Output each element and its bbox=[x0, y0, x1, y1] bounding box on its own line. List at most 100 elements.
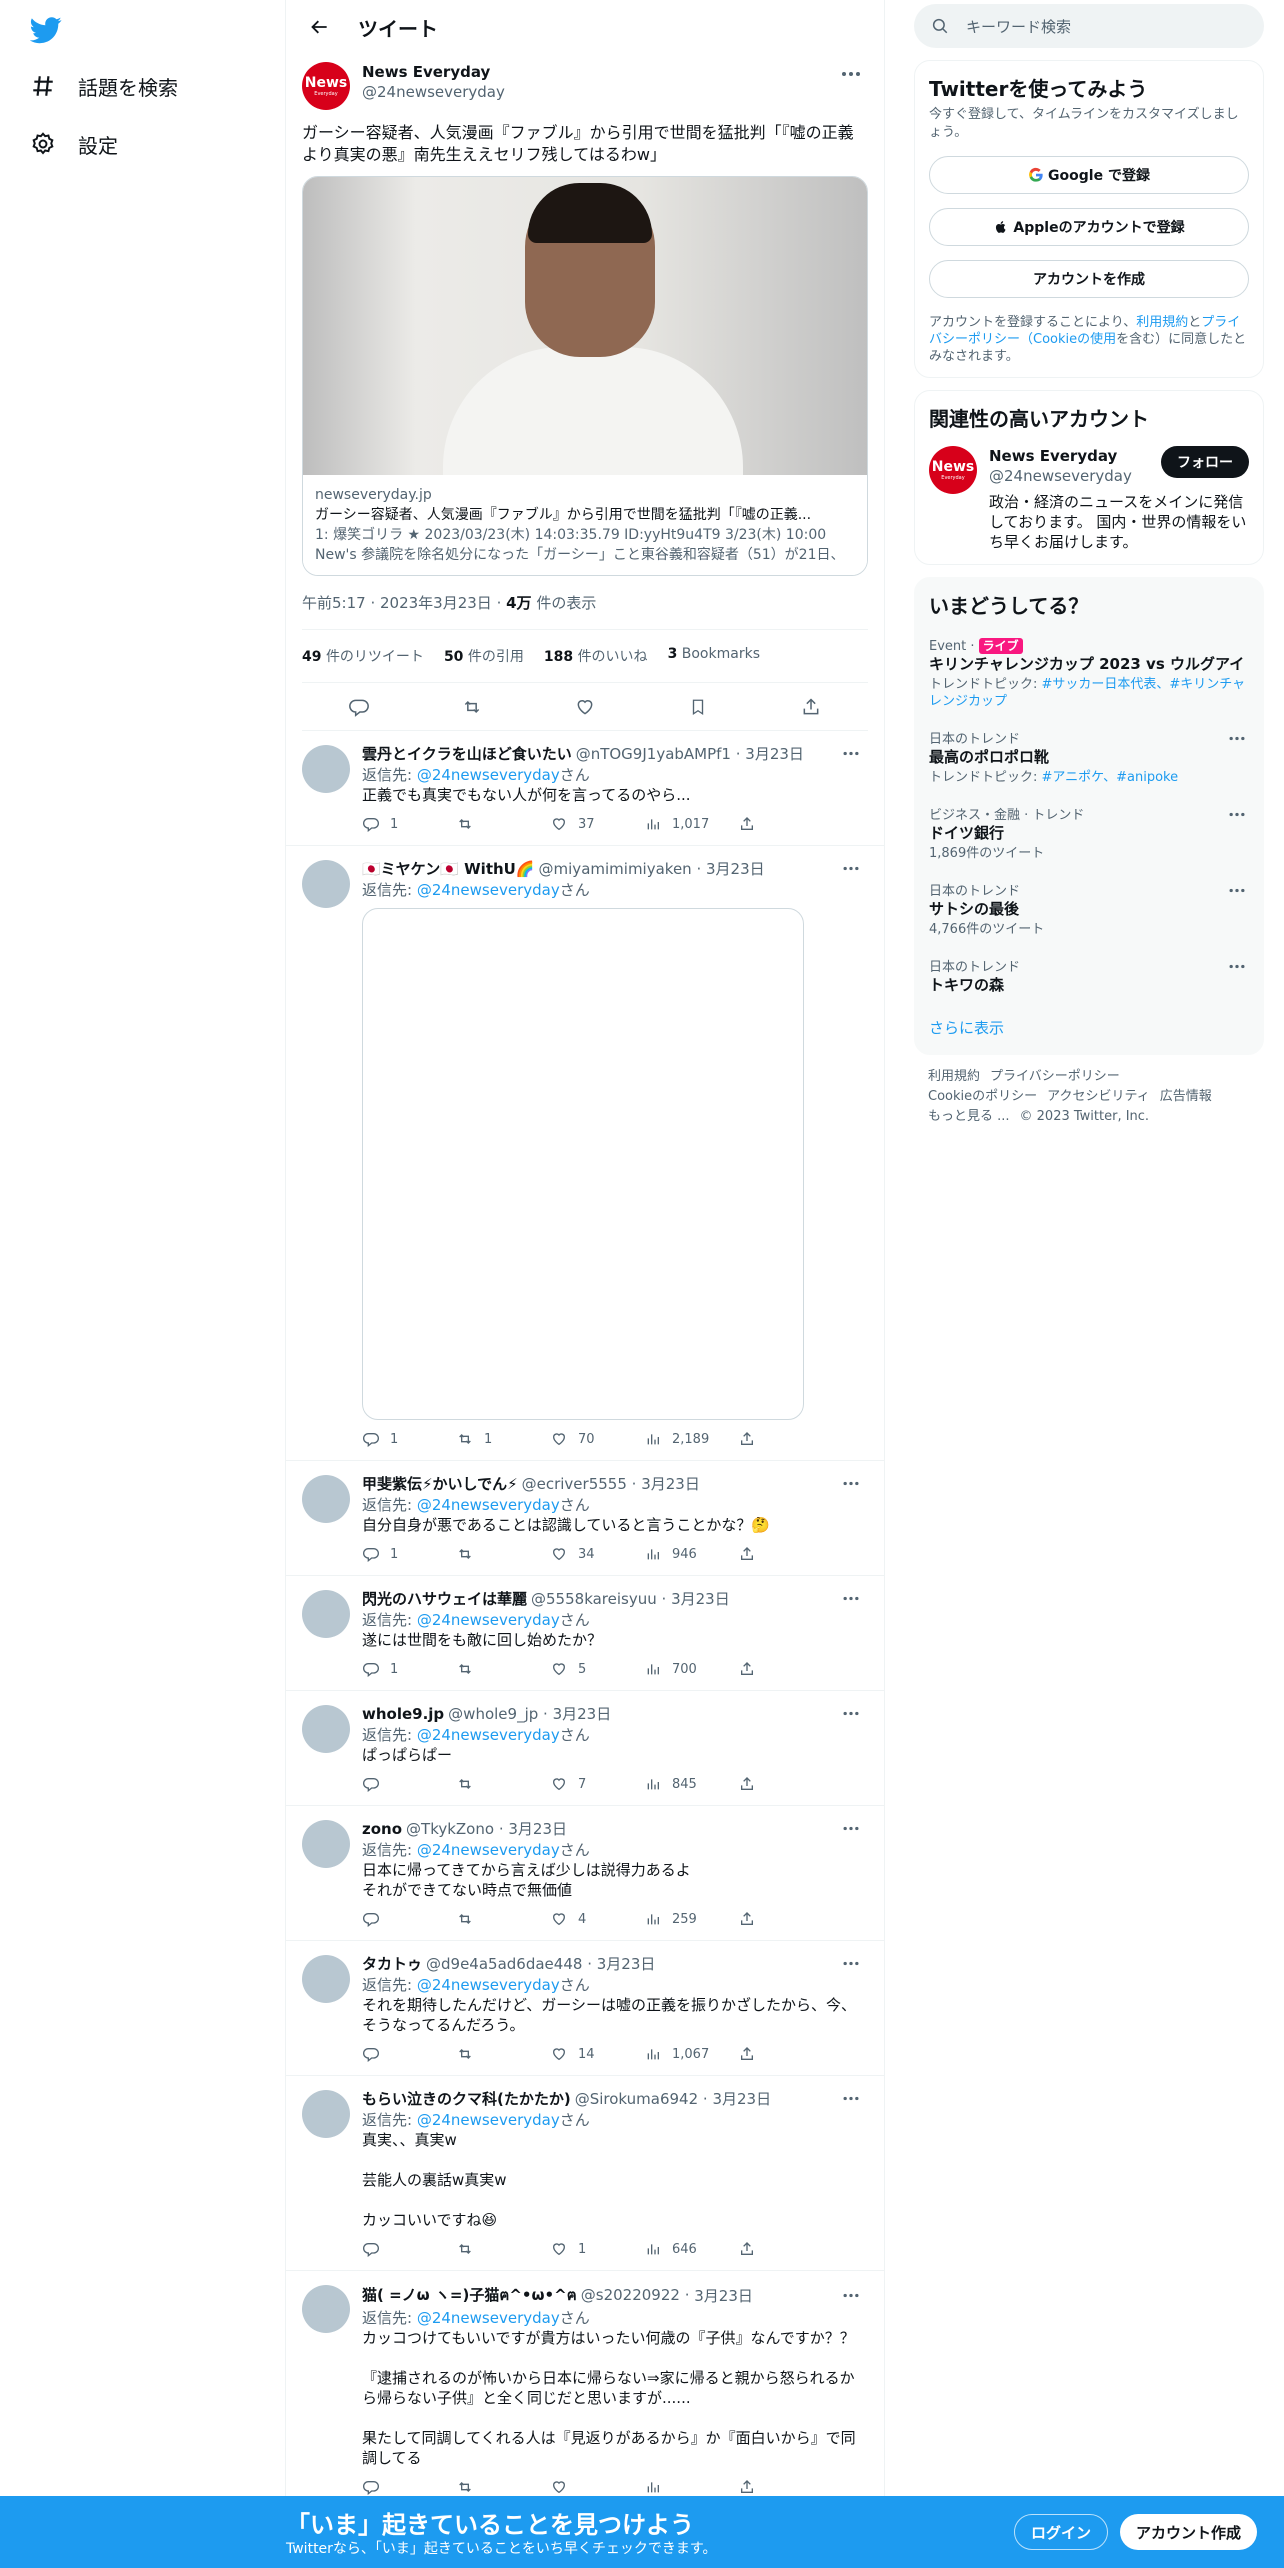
reply-share-action[interactable] bbox=[738, 1545, 832, 1563]
reply-share-action[interactable] bbox=[738, 2240, 832, 2258]
reply-item[interactable]: もらい泣きのクマ科(たかたか) @Sirokuma6942 · 3月23日 返信先:… bbox=[286, 2076, 884, 2271]
reply-item[interactable]: whole9.jp @whole9_jp · 3月23日 返信先: @24newse… bbox=[286, 1691, 884, 1806]
reply-item[interactable]: 🇯🇵ミヤケン🇯🇵 WithU🌈 @miyamimimiyaken · 3月23日返… bbox=[286, 846, 884, 1461]
reply-item[interactable]: 猫( =ノω ヽ=)子猫ฅ^•ω•^ฅ @s20220922 · 3月23日 返信先… bbox=[286, 2271, 884, 2509]
reply-retweet-action[interactable] bbox=[456, 2478, 550, 2496]
reply-date[interactable]: 3月23日 bbox=[706, 858, 765, 879]
related-account[interactable]: News Everyday News Everyday @24newseveryd… bbox=[929, 446, 1249, 552]
footer-link[interactable]: 広告情報 bbox=[1160, 1089, 1212, 1104]
reply-author-handle[interactable]: @nTOG9J1yabAMPf1 bbox=[576, 745, 731, 763]
reply-author-name[interactable]: タカトゥ bbox=[362, 1953, 422, 1974]
trend-topic-link[interactable]: #アニポケ、#anipoke bbox=[1042, 770, 1179, 785]
more-icon[interactable] bbox=[834, 2285, 868, 2305]
reply-like-action[interactable]: 70 bbox=[550, 1430, 644, 1448]
author-handle[interactable]: @24newseveryday bbox=[362, 82, 505, 102]
tweet-date[interactable]: 2023年3月23日 bbox=[380, 594, 492, 612]
avatar[interactable]: News Everyday bbox=[302, 62, 350, 110]
footer-link[interactable]: 利用規約 bbox=[928, 1069, 980, 1084]
reply-author-handle[interactable]: @d9e4a5ad6dae448 bbox=[426, 1955, 582, 1973]
follow-button[interactable]: フォロー bbox=[1161, 446, 1249, 478]
reply-author-name[interactable]: 雲丹とイクラを山ほど食いたい bbox=[362, 743, 572, 764]
reply-date[interactable]: 3月23日 bbox=[597, 1953, 656, 1974]
reply-reply-action[interactable]: 1 bbox=[362, 1430, 456, 1448]
footer-link[interactable]: Cookieのポリシー bbox=[928, 1089, 1037, 1104]
reply-retweet-action[interactable] bbox=[456, 1775, 550, 1793]
signup-button[interactable]: アカウント作成 bbox=[1120, 2514, 1258, 2550]
reply-date[interactable]: 3月23日 bbox=[712, 2088, 771, 2109]
reply-share-action[interactable] bbox=[738, 1660, 832, 1678]
reply-views-action[interactable]: 2,189 bbox=[644, 1430, 738, 1448]
more-icon[interactable] bbox=[1225, 804, 1249, 824]
reply-views-action[interactable]: 845 bbox=[644, 1775, 738, 1793]
more-icon[interactable] bbox=[834, 744, 868, 764]
reply-to-link[interactable]: @24newseveryday bbox=[417, 766, 560, 784]
more-icon[interactable] bbox=[1225, 880, 1249, 900]
reply-retweet-action[interactable] bbox=[456, 2240, 550, 2258]
footer-link[interactable]: プライバシーポリシー bbox=[990, 1069, 1120, 1084]
avatar[interactable] bbox=[302, 1820, 350, 1868]
reply-author-handle[interactable]: @5558kareisyuu bbox=[531, 1590, 657, 1608]
trend-item[interactable]: ビジネス・金融 · トレンド ドイツ銀行 1,869件のツイート bbox=[929, 804, 1249, 862]
apple-signup-button[interactable]: Appleのアカウントで登録 bbox=[929, 208, 1249, 246]
trend-item[interactable]: 日本のトレンド サトシの最後 4,766件のツイート bbox=[929, 880, 1249, 938]
reply-date[interactable]: 3月23日 bbox=[745, 743, 804, 764]
show-more-link[interactable]: さらに表示 bbox=[929, 1019, 1004, 1037]
search-input[interactable]: キーワード検索 bbox=[966, 16, 1071, 37]
trend-item[interactable]: Event · ライブ キリンチャレンジカップ 2023 vs ウルグアイ トレンド… bbox=[929, 637, 1249, 710]
reply-item[interactable]: タカトゥ @d9e4a5ad6dae448 · 3月23日 返信先: @24news… bbox=[286, 1941, 884, 2076]
reply-author-handle[interactable]: @TkykZono bbox=[406, 1820, 494, 1838]
nav-explore[interactable]: 話題を検索 bbox=[28, 64, 178, 108]
more-icon[interactable] bbox=[834, 1819, 868, 1839]
bookmark-icon[interactable] bbox=[686, 695, 710, 719]
reply-retweet-action[interactable] bbox=[456, 815, 550, 833]
reply-author-name[interactable]: もらい泣きのクマ科(たかたか) bbox=[362, 2088, 571, 2109]
reply-share-action[interactable] bbox=[738, 1910, 832, 1928]
author-name[interactable]: News Everyday bbox=[362, 62, 505, 82]
reply-share-action[interactable] bbox=[738, 2045, 832, 2063]
reply-media[interactable] bbox=[362, 908, 804, 1420]
reply-date[interactable]: 3月23日 bbox=[641, 1473, 700, 1494]
reply-to-link[interactable]: @24newseveryday bbox=[417, 2111, 560, 2129]
reply-to-link[interactable]: @24newseveryday bbox=[417, 2309, 560, 2327]
google-signup-button[interactable]: Google で登録 bbox=[929, 156, 1249, 194]
footer-link[interactable]: もっと見る ... bbox=[928, 1109, 1010, 1124]
reply-reply-action[interactable]: 1 bbox=[362, 1660, 456, 1678]
reply-date[interactable]: 3月23日 bbox=[694, 2285, 753, 2306]
retweet-icon[interactable] bbox=[460, 695, 484, 719]
reply-to-link[interactable]: @24newseveryday bbox=[417, 1976, 560, 1994]
reply-reply-action[interactable] bbox=[362, 2240, 456, 2258]
reply-author-name[interactable]: 閃光のハサウェイは華麗 bbox=[362, 1588, 527, 1609]
reply-retweet-action[interactable] bbox=[456, 1910, 550, 1928]
more-icon[interactable] bbox=[1225, 728, 1249, 748]
avatar[interactable] bbox=[302, 1475, 350, 1523]
reply-views-action[interactable]: 1,067 bbox=[644, 2045, 738, 2063]
trend-item[interactable]: 日本のトレンド 最高のポロポロ靴 トレンドトピック: #アニポケ、#anipoke bbox=[929, 728, 1249, 786]
reply-views-action[interactable]: 700 bbox=[644, 1660, 738, 1678]
login-button[interactable]: ログイン bbox=[1014, 2514, 1109, 2550]
footer-link[interactable]: アクセシビリティ bbox=[1047, 1089, 1150, 1104]
avatar[interactable] bbox=[302, 1955, 350, 2003]
reply-author-handle[interactable]: @miyamimimiyaken bbox=[539, 860, 692, 878]
reply-date[interactable]: 3月23日 bbox=[508, 1818, 567, 1839]
reply-item[interactable]: 甲斐紫伝⚡かいしでん⚡ @ecriver5555 · 3月23日 返信先: @24n… bbox=[286, 1461, 884, 1576]
reply-like-action[interactable]: 14 bbox=[550, 2045, 644, 2063]
more-icon[interactable] bbox=[834, 1704, 868, 1724]
avatar[interactable] bbox=[302, 2090, 350, 2138]
reply-reply-action[interactable] bbox=[362, 1910, 456, 1928]
avatar[interactable] bbox=[302, 2285, 350, 2333]
more-icon[interactable] bbox=[834, 62, 868, 86]
more-icon[interactable] bbox=[834, 1589, 868, 1609]
reply-reply-action[interactable]: 1 bbox=[362, 815, 456, 833]
more-icon[interactable] bbox=[834, 859, 868, 879]
more-icon[interactable] bbox=[834, 1474, 868, 1494]
more-icon[interactable] bbox=[1225, 956, 1249, 976]
reply-author-name[interactable]: zono bbox=[362, 1820, 402, 1838]
avatar[interactable]: News Everyday bbox=[929, 446, 977, 494]
reply-author-handle[interactable]: @whole9_jp bbox=[448, 1705, 538, 1723]
reply-author-handle[interactable]: @Sirokuma6942 bbox=[575, 2090, 698, 2108]
reply-share-action[interactable] bbox=[738, 1430, 832, 1448]
reply-date[interactable]: 3月23日 bbox=[671, 1588, 730, 1609]
like-icon[interactable] bbox=[573, 695, 597, 719]
quotes-stat[interactable]: 50 件の引用 bbox=[444, 646, 524, 666]
reply-views-action[interactable]: 1,017 bbox=[644, 815, 738, 833]
